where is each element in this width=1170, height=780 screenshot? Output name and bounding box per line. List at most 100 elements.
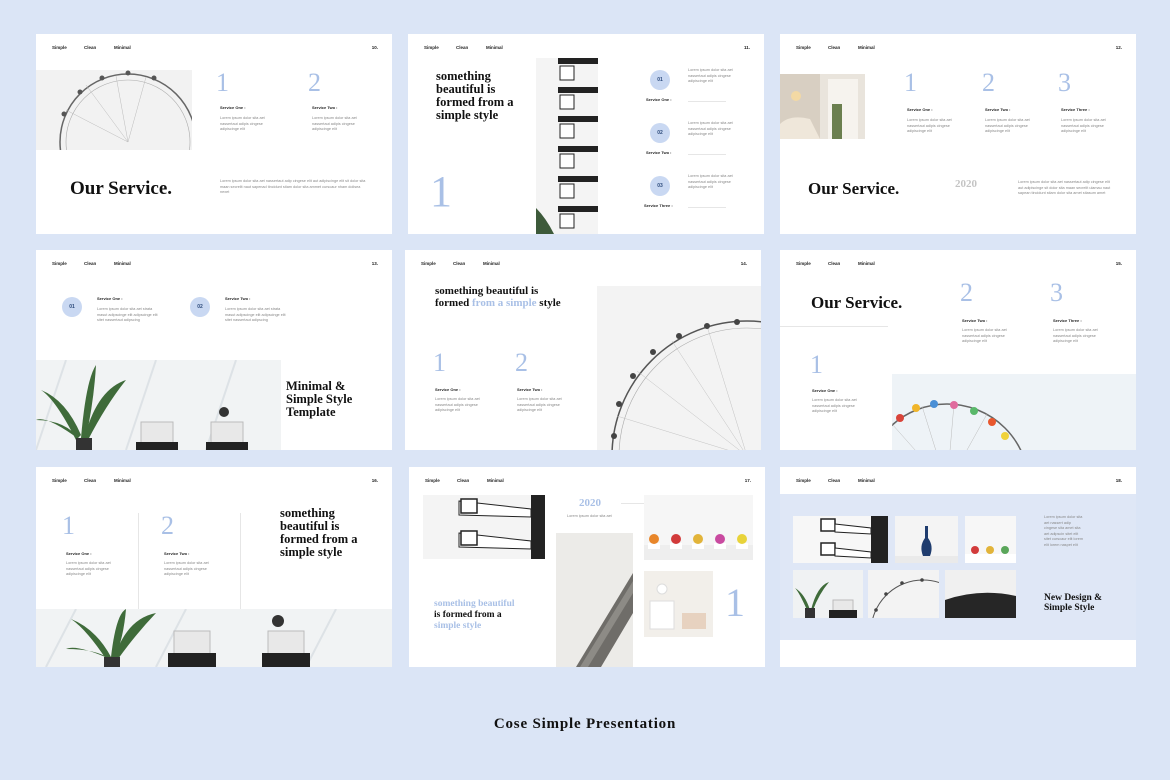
- nav-clean: Clean: [828, 45, 841, 50]
- office-plant-image: [793, 570, 863, 618]
- page-caption: Cose Simple Presentation: [493, 716, 677, 732]
- ferris-wheel-image: [597, 286, 761, 450]
- nav-clean: Clean: [457, 478, 470, 483]
- slide-heading: Our Service.: [70, 178, 173, 199]
- service-one-text: Lorem ipsum dolor sita aet strata masut …: [97, 307, 158, 323]
- slide-nav: Simple Clean Minimal 18.: [796, 478, 1122, 486]
- service-two-text: Lorem ipsum dolor sita aet strata masut …: [225, 307, 286, 323]
- slide-nav: Simple Clean Minimal 11.: [424, 45, 750, 53]
- heading-light-part: from a simple: [471, 296, 537, 309]
- service-badge-2: 02: [190, 297, 210, 317]
- nav-minimal: Minimal: [858, 478, 875, 483]
- slide-heading: something beautiful is formed from a sim…: [435, 285, 565, 309]
- service-number-3: 3: [1050, 278, 1063, 307]
- slide-nav: Simple Clean Minimal 14.: [421, 261, 747, 269]
- page-number: 15.: [1115, 261, 1122, 266]
- nav-minimal: Minimal: [858, 261, 875, 266]
- nav-clean: Clean: [84, 261, 97, 266]
- year-label: 2020: [955, 178, 977, 190]
- stone-texture-image: [556, 533, 633, 667]
- divider: [138, 513, 139, 609]
- service-one-label: Service One :: [907, 107, 933, 112]
- nav-simple: Simple: [796, 478, 811, 483]
- service-one-text: Lorem ipsum dolor sita aet nassertaut ad…: [220, 116, 265, 132]
- page-number: 10.: [371, 45, 378, 50]
- heading-dark-part: is formed from a: [434, 609, 502, 620]
- service-one-label: Service One :: [812, 388, 838, 393]
- year-label: 2020: [579, 497, 601, 509]
- service-one-text: Lorem ipsum dolor sita aet nassertaut ad…: [812, 398, 857, 414]
- slide-heading: something beautiful is formed from a sim…: [280, 506, 358, 560]
- nav-clean: Clean: [84, 45, 97, 50]
- service-two-label: Service Two :: [225, 296, 251, 301]
- nav-minimal: Minimal: [858, 45, 875, 50]
- page-number: 17.: [744, 478, 751, 483]
- slide-13[interactable]: Simple Clean Minimal 13. 01 02 Service O…: [36, 250, 392, 450]
- page-number: 16.: [371, 478, 378, 483]
- divider: [688, 101, 726, 102]
- service-one-text: Lorem ipsum dolor sita aet nassertaut ad…: [435, 397, 480, 413]
- slide-nav: Simple Clean Minimal 10.: [52, 45, 378, 53]
- service-three-text: Lorem ipsum dolor sita aet nassertaut ad…: [1053, 328, 1098, 344]
- slide-18[interactable]: Simple Clean Minimal 18. Lorem ipsum dol…: [780, 467, 1136, 667]
- service-one-label: Service One :: [646, 97, 672, 102]
- nav-clean: Clean: [84, 478, 97, 483]
- service-three-label: Service Three :: [1053, 318, 1082, 323]
- heading-light-part: something beautiful: [434, 599, 515, 609]
- service-one-text: Lorem ipsum dolor sita aet nassertaut ad…: [907, 118, 952, 134]
- big-number: 1: [430, 167, 452, 216]
- service-number-1: 1: [433, 348, 446, 377]
- service-two-label: Service Two :: [985, 107, 1011, 112]
- slide-nav: Simple Clean Minimal 16.: [52, 478, 378, 486]
- nav-simple: Simple: [52, 45, 67, 50]
- slide-12[interactable]: Simple Clean Minimal 12. 1 2 3 Service O…: [780, 34, 1136, 234]
- slide-16[interactable]: Simple Clean Minimal 16. 1 2 Service One…: [36, 467, 392, 667]
- page-number: 13.: [371, 261, 378, 266]
- heading-end-part: style: [539, 296, 561, 309]
- service-three-label: Service Three :: [644, 203, 673, 208]
- divider: [688, 207, 726, 208]
- vase-image: [895, 516, 958, 563]
- slide-17[interactable]: Simple Clean Minimal 17. 2020 Lorem ipsu…: [409, 467, 765, 667]
- nav-minimal: Minimal: [486, 45, 503, 50]
- service-number-2: 2: [308, 68, 321, 97]
- nav-simple: Simple: [421, 261, 436, 266]
- slide-14[interactable]: Simple Clean Minimal 14. something beaut…: [405, 250, 761, 450]
- service-number-3: 3: [1058, 68, 1071, 97]
- ferris-wheel-image: [36, 70, 192, 150]
- service-two-text: Lorem ipsum dolor sita aet nassertaut ad…: [517, 397, 562, 413]
- nav-minimal: Minimal: [114, 45, 131, 50]
- service-badge-1: 01: [62, 297, 82, 317]
- colorful-ferris-wheel-image: [892, 374, 1136, 450]
- nav-simple: Simple: [796, 45, 811, 50]
- divider: [688, 154, 726, 155]
- big-number: 1: [725, 580, 745, 625]
- service-three-label: Service Three :: [1061, 107, 1090, 112]
- service-two-text: Lorem ipsum dolor sita aet nassertaut ad…: [962, 328, 1007, 344]
- slide-10[interactable]: Simple Clean Minimal 10. 1 2 Service One…: [36, 34, 392, 234]
- slide-body-text: Lorem ipsum dolor sita aet nassertaut ad…: [1018, 180, 1111, 196]
- service-number-2: 2: [982, 68, 995, 97]
- slide-heading: Our Service.: [811, 293, 903, 312]
- page-number: 18.: [1115, 478, 1122, 483]
- building-image: [423, 495, 545, 559]
- nav-simple: Simple: [52, 478, 67, 483]
- slide-body-text: Lorem ipsum dolor sita aet nassertaut ad…: [220, 179, 366, 195]
- service-badge-2: 02: [650, 123, 670, 143]
- slide-15[interactable]: Simple Clean Minimal 15. Our Service. 2 …: [780, 250, 1136, 450]
- service-one-label: Service One :: [66, 551, 92, 556]
- divider: [240, 513, 241, 609]
- nav-minimal: Minimal: [487, 478, 504, 483]
- office-plant-image: [36, 360, 281, 450]
- service-number-1: 1: [810, 350, 823, 379]
- service-one-text: Lorem ipsum dolor sita aet nassertaut ad…: [66, 561, 111, 577]
- service-three-text: Lorem ipsum dolor sita aet nassertaut ad…: [1061, 118, 1106, 134]
- flower-pots-image: [965, 516, 1016, 563]
- year-text: Lorem ipsum dolor sita aet: [567, 514, 612, 518]
- bedroom-lamp-image: [780, 74, 865, 139]
- slide-11[interactable]: Simple Clean Minimal 11. something beaut…: [408, 34, 764, 234]
- nav-clean: Clean: [456, 45, 469, 50]
- service-one-text: Lorem ipsum dolor sita aet nassertaut ad…: [688, 68, 733, 84]
- heading-light-part-2: simple style: [434, 620, 482, 631]
- slide-nav: Simple Clean Minimal 15.: [796, 261, 1122, 269]
